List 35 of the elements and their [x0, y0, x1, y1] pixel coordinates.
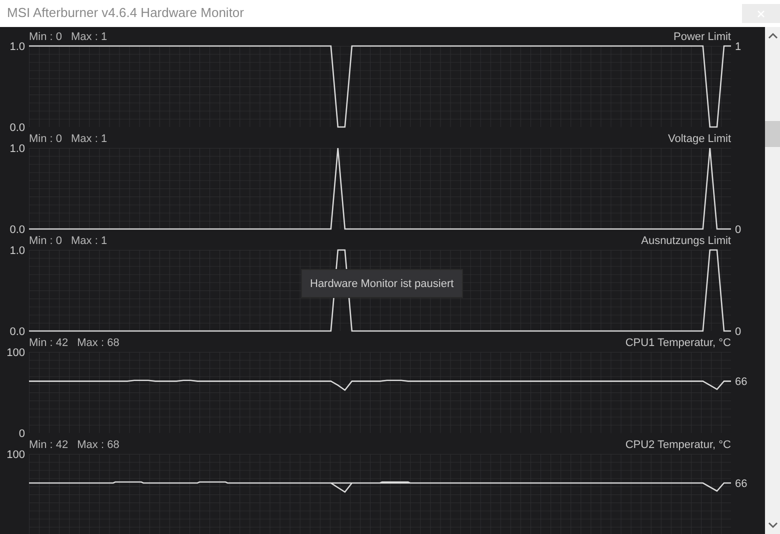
graph-title: CPU2 Temperatur, °C: [625, 439, 731, 451]
min-value: Min : 42: [29, 439, 68, 451]
current-value: 66: [735, 478, 748, 490]
graph-title: Power Limit: [674, 31, 731, 43]
y-tick-label: 1.0: [10, 245, 25, 257]
y-tick-label: 0: [18, 428, 25, 440]
graph-title: Voltage Limit: [668, 133, 731, 145]
graph-title: CPU1 Temperatur, °C: [625, 337, 731, 349]
max-value: Max : 1: [71, 133, 108, 145]
scrollbar[interactable]: [765, 27, 780, 534]
min-value: Min : 42: [29, 337, 68, 349]
scrollbar-thumb[interactable]: [765, 121, 780, 147]
current-value: 0: [735, 326, 742, 338]
max-value: Max : 68: [77, 439, 120, 451]
current-value: 0: [735, 224, 742, 236]
scroll-down-icon[interactable]: [768, 522, 778, 529]
max-value: Max : 1: [71, 31, 108, 43]
y-tick-label: 1.0: [10, 41, 25, 53]
y-tick-label: 100: [6, 347, 25, 359]
y-tick-label: 0.0: [10, 224, 25, 236]
min-value: Min : 0: [29, 31, 62, 43]
y-axis-label: 100: [6, 449, 25, 461]
graph-title: Ausnutzungs Limit: [641, 235, 731, 247]
max-value: Max : 68: [77, 337, 120, 349]
window-title: MSI Afterburner v4.6.4 Hardware Monitor: [6, 4, 245, 20]
min-value: Min : 0: [29, 235, 62, 247]
tooltip: Hardware Monitor ist pausiert: [301, 269, 463, 298]
max-value: Max : 1: [71, 235, 108, 247]
scroll-up-icon[interactable]: [768, 32, 778, 39]
y-tick-label: 0.0: [10, 326, 25, 338]
current-value: 66: [735, 376, 748, 388]
current-value: 1: [735, 41, 742, 53]
y-tick-label: 1.0: [10, 143, 25, 155]
y-tick-label: 0.0: [10, 122, 25, 134]
min-value: Min : 0: [29, 133, 62, 145]
